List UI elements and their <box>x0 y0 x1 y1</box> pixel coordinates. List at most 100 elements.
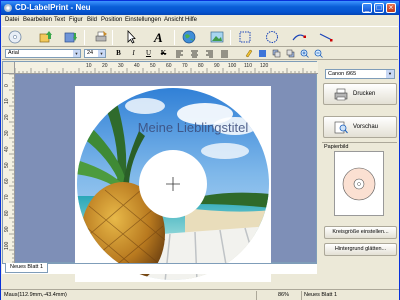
status-separator <box>256 291 257 300</box>
ruler-label: 50 <box>4 162 10 168</box>
fill-color-icon[interactable] <box>258 49 267 58</box>
vertical-ruler: 0 10 20 30 40 50 60 70 80 90 100 <box>3 74 15 264</box>
cd-label-artwork[interactable]: Meine Lieblingstitel <box>75 86 271 282</box>
paper-preview-label: Papierbild <box>324 144 349 150</box>
globe-icon[interactable] <box>182 30 196 44</box>
sheet-tab-bar: Neues Blatt 1 <box>2 263 317 274</box>
chevron-down-icon: ▼ <box>73 50 80 57</box>
ruler-label: 30 <box>118 63 124 69</box>
format-toolbar: Arial ▼ 24 ▼ B I U K <box>2 47 398 60</box>
print-button[interactable]: Drucken <box>323 83 397 105</box>
menu-figur[interactable]: Figur <box>69 17 83 23</box>
svg-text:A: A <box>153 30 163 44</box>
bold-button[interactable]: B <box>114 49 123 58</box>
align-left-icon[interactable] <box>175 49 184 58</box>
menu-einstellungen[interactable]: Einstellungen <box>125 17 161 23</box>
current-sheet: Neues Blatt 1 <box>304 292 338 298</box>
font-size-value: 24 <box>87 50 94 56</box>
menu-bar: Datei Bearbeiten Text Figur Bild Positio… <box>1 15 399 26</box>
ruler-label: 100 <box>4 241 10 250</box>
menu-bild[interactable]: Bild <box>87 17 97 23</box>
right-panel: Canon i965 ▼ Drucken Vorschau Papierbild… <box>320 61 399 274</box>
underline-button[interactable]: U <box>144 49 153 58</box>
menu-datei[interactable]: Datei <box>5 17 19 23</box>
ruler-label: 110 <box>244 63 252 69</box>
zoom-in-icon[interactable] <box>300 49 309 58</box>
printer-select[interactable]: Canon i965 ▼ <box>325 69 395 79</box>
italic-button[interactable]: I <box>129 49 138 58</box>
preview-button[interactable]: Vorschau <box>323 116 397 138</box>
zoom-out-icon[interactable] <box>314 49 323 58</box>
menu-ansicht[interactable]: Ansicht <box>164 17 184 23</box>
ruler-label: 30 <box>4 130 10 136</box>
ruler-label: 40 <box>134 63 140 69</box>
preview-button-label: Vorschau <box>353 124 379 130</box>
ruler-label: 60 <box>166 63 172 69</box>
ruler-label: 20 <box>4 114 10 120</box>
line-tool-icon[interactable] <box>319 30 333 44</box>
circle-tool-icon[interactable] <box>265 30 279 44</box>
printer-value: Canon i965 <box>328 71 357 77</box>
ruler-label: 0 <box>4 84 10 87</box>
minimize-button[interactable]: _ <box>362 3 372 13</box>
main-toolbar: A <box>2 26 398 47</box>
smooth-background-button[interactable]: Hintergrund glätten... <box>324 243 397 256</box>
mouse-coordinates: Maus(112.9mm,-43.4mm) <box>4 292 67 298</box>
ruler-label: 70 <box>4 194 10 200</box>
ruler-label: 120 <box>260 63 269 69</box>
font-family-select[interactable]: Arial ▼ <box>5 49 81 58</box>
chevron-down-icon: ▼ <box>98 50 105 57</box>
circle-size-button[interactable]: Kreisgröße einstellen... <box>324 226 397 239</box>
print-icon[interactable] <box>94 30 108 44</box>
ruler-label: 70 <box>182 63 188 69</box>
tab-neues-blatt-1[interactable]: Neues Blatt 1 <box>5 263 49 273</box>
arc-tool-icon[interactable] <box>292 30 306 44</box>
printer-icon <box>334 88 348 101</box>
menu-position[interactable]: Position <box>101 17 122 23</box>
maximize-button[interactable]: □ <box>374 3 384 13</box>
menu-bearbeiten[interactable]: Bearbeiten <box>23 17 52 23</box>
status-bar: Maus(112.9mm,-43.4mm) 86% Neues Blatt 1 <box>1 289 399 300</box>
open-icon[interactable] <box>39 30 53 44</box>
save-icon[interactable] <box>64 30 78 44</box>
design-canvas[interactable]: 10 20 30 40 50 60 70 80 90 100 110 120 0… <box>2 61 318 282</box>
app-cd-icon <box>4 4 12 12</box>
pen-color-icon[interactable] <box>244 49 253 58</box>
ruler-corner <box>3 62 15 74</box>
ruler-label: 60 <box>4 178 10 184</box>
text-icon[interactable]: A <box>152 30 166 44</box>
font-size-select[interactable]: 24 ▼ <box>84 49 106 58</box>
align-center-icon[interactable] <box>190 49 199 58</box>
status-separator <box>301 291 302 300</box>
preview-icon <box>334 121 348 134</box>
ruler-label: 40 <box>4 146 10 152</box>
close-button[interactable]: × <box>386 3 396 13</box>
ruler-label: 90 <box>4 226 10 232</box>
justify-icon[interactable] <box>220 49 229 58</box>
paper-preview <box>334 151 384 216</box>
strikethrough-button[interactable]: K <box>159 49 168 58</box>
send-backward-icon[interactable] <box>286 49 295 58</box>
toolbar-separator <box>84 30 85 45</box>
toolbar-separator <box>174 30 175 45</box>
title-bar[interactable]: CD-LabelPrint - Neu _ □ × <box>1 1 399 15</box>
chevron-down-icon: ▼ <box>386 70 394 78</box>
toolbar-separator <box>230 30 231 45</box>
ruler-label: 80 <box>4 210 10 216</box>
image-icon[interactable] <box>210 30 224 44</box>
window-title: CD-LabelPrint - Neu <box>15 3 91 12</box>
menu-hilfe[interactable]: Hilfe <box>185 17 197 23</box>
ruler-label: 50 <box>150 63 156 69</box>
bring-forward-icon[interactable] <box>272 49 281 58</box>
pointer-icon[interactable] <box>124 30 138 44</box>
cd-icon[interactable] <box>8 30 22 44</box>
menu-text[interactable]: Text <box>54 17 65 23</box>
rectangle-tool-icon[interactable] <box>238 30 252 44</box>
label-paper[interactable]: Meine Lieblingstitel <box>75 86 271 282</box>
align-right-icon[interactable] <box>205 49 214 58</box>
zoom-level: 86% <box>278 292 290 298</box>
ruler-label: 80 <box>198 63 204 69</box>
ruler-label: 10 <box>4 98 10 104</box>
paper-preview-image <box>342 167 376 201</box>
label-title-text[interactable]: Meine Lieblingstitel <box>138 120 249 135</box>
